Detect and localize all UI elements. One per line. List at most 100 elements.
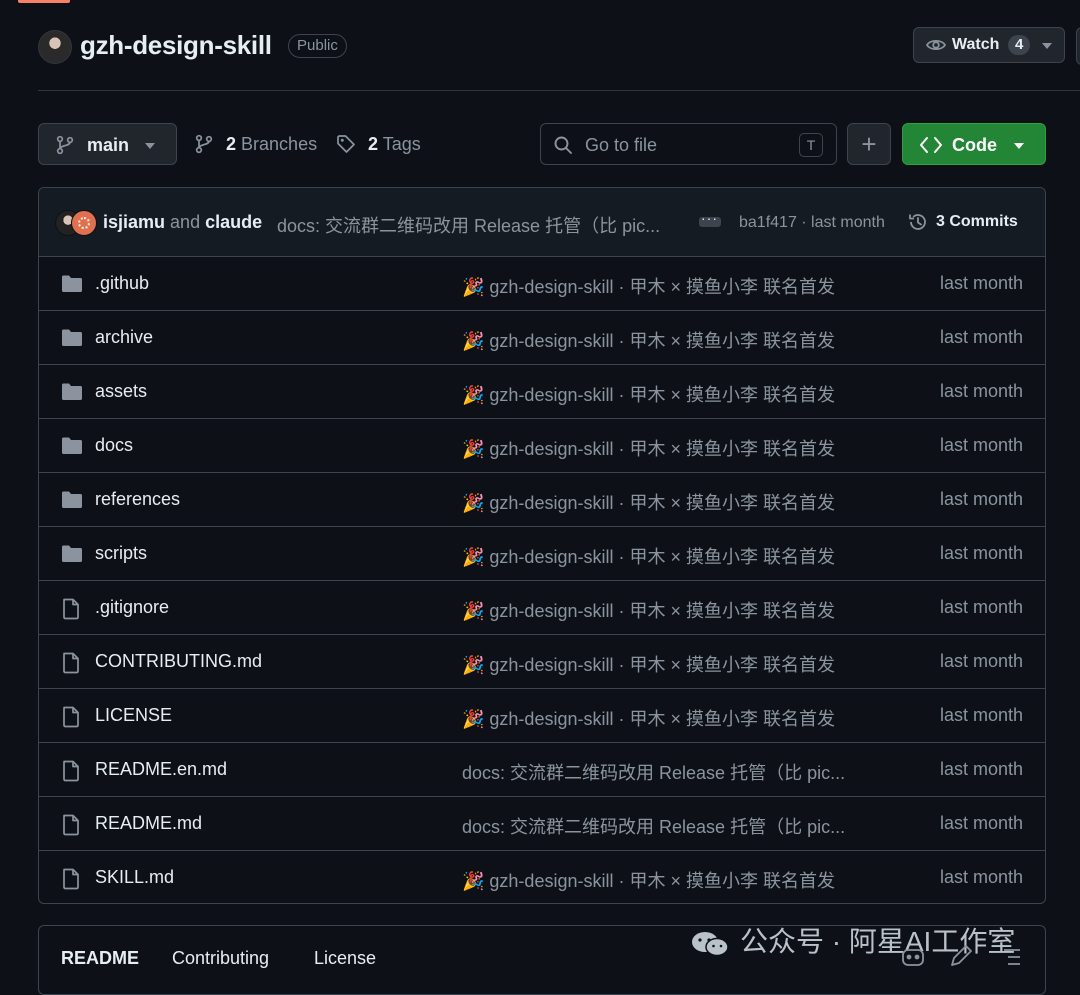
file-commit-age: last month <box>939 867 1023 887</box>
plus-icon: + <box>861 129 877 159</box>
commit-hash-time[interactable]: ba1f417 · last month <box>739 214 885 232</box>
file-name-link[interactable]: .github <box>95 273 149 294</box>
file-name-link[interactable]: CONTRIBUTING.md <box>95 651 262 672</box>
chevron-down-icon <box>145 143 155 149</box>
file-row[interactable]: scripts 🎉 gzh-design-skill · 甲木 × 摸鱼小李 联名… <box>39 527 1045 581</box>
file-row[interactable]: SKILL.md 🎉 gzh-design-skill · 甲木 × 摸鱼小李 联… <box>39 851 1045 903</box>
file-commit-message[interactable]: 🎉 gzh-design-skill · 甲木 × 摸鱼小李 联名首发 <box>462 597 862 623</box>
file-name-link[interactable]: LICENSE <box>95 705 172 726</box>
copilot-icon <box>902 949 924 966</box>
tags-label: Tags <box>382 134 421 154</box>
file-list: .github 🎉 gzh-design-skill · 甲木 × 摸鱼小李 联名… <box>39 257 1045 903</box>
code-button[interactable]: Code <box>902 123 1046 165</box>
file-row[interactable]: docs 🎉 gzh-design-skill · 甲木 × 摸鱼小李 联名首发 l… <box>39 419 1045 473</box>
file-commit-message[interactable]: 🎉 gzh-design-skill · 甲木 × 摸鱼小李 联名首发 <box>462 489 862 515</box>
file-commit-message[interactable]: 🎉 gzh-design-skill · 甲木 × 摸鱼小李 联名首发 <box>462 867 862 893</box>
readme-action-icons <box>902 945 1020 966</box>
chevron-down-icon <box>1014 143 1024 149</box>
file-commit-age: last month <box>939 597 1023 617</box>
watch-count: 4 <box>1008 35 1031 55</box>
file-commit-message[interactable]: 🎉 gzh-design-skill · 甲木 × 摸鱼小李 联名首发 <box>462 705 862 731</box>
file-commit-age: last month <box>939 435 1023 455</box>
fork-button-edge[interactable] <box>1076 27 1080 65</box>
commits-count-link[interactable]: 3 Commits <box>936 213 1018 231</box>
folder-icon <box>62 437 82 454</box>
file-name-link[interactable]: docs <box>95 435 133 456</box>
expand-commit-button[interactable] <box>699 210 721 227</box>
coauthor-avatar[interactable] <box>71 210 97 236</box>
file-row[interactable]: CONTRIBUTING.md 🎉 gzh-design-skill · 甲木 ×… <box>39 635 1045 689</box>
file-name-link[interactable]: assets <box>95 381 147 402</box>
file-commit-message[interactable]: 🎉 gzh-design-skill · 甲木 × 摸鱼小李 联名首发 <box>462 651 862 677</box>
file-name-link[interactable]: archive <box>95 327 153 348</box>
branches-link[interactable]: 2 Branches <box>194 123 326 165</box>
file-commit-age: last month <box>939 489 1023 509</box>
add-file-button[interactable]: + <box>847 123 891 165</box>
file-icon <box>63 652 79 674</box>
file-commit-age: last month <box>939 327 1023 347</box>
chevron-down-icon <box>1042 43 1052 49</box>
file-name-link[interactable]: scripts <box>95 543 147 564</box>
file-name-link[interactable]: README.md <box>95 813 202 834</box>
visibility-badge: Public <box>288 34 347 58</box>
folder-icon <box>62 275 82 292</box>
commit-message[interactable]: docs: 交流群二维码改用 Release 托管（比 pic... <box>277 212 673 238</box>
tags-link[interactable]: 2 Tags <box>336 123 436 165</box>
commit-authors: isjiamu and claude <box>103 212 262 233</box>
file-row[interactable]: archive 🎉 gzh-design-skill · 甲木 × 摸鱼小李 联名… <box>39 311 1045 365</box>
file-icon <box>63 760 79 782</box>
file-row[interactable]: README.md docs: 交流群二维码改用 Release 托管（比 pic… <box>39 797 1045 851</box>
file-row[interactable]: .gitignore 🎉 gzh-design-skill · 甲木 × 摸鱼小李… <box>39 581 1045 635</box>
history-icon <box>909 214 926 230</box>
file-row[interactable]: .github 🎉 gzh-design-skill · 甲木 × 摸鱼小李 联名… <box>39 257 1045 311</box>
code-label: Code <box>952 135 997 155</box>
file-row[interactable]: assets 🎉 gzh-design-skill · 甲木 × 摸鱼小李 联名首… <box>39 365 1045 419</box>
branches-label: Branches <box>241 134 318 154</box>
file-name-link[interactable]: .gitignore <box>95 597 169 618</box>
search-icon <box>554 136 572 154</box>
watch-label: Watch <box>952 36 1000 53</box>
folder-icon <box>62 329 82 346</box>
file-commit-message[interactable]: docs: 交流群二维码改用 Release 托管（比 pic... <box>462 759 862 785</box>
file-commit-message[interactable]: 🎉 gzh-design-skill · 甲木 × 摸鱼小李 联名首发 <box>462 543 862 569</box>
tab-readme[interactable]: README <box>61 948 139 969</box>
repo-header: gzh-design-skill Public Watch 4 <box>38 26 1080 66</box>
code-icon <box>920 137 942 153</box>
commit-author-link[interactable]: isjiamu <box>103 212 165 232</box>
tab-license[interactable]: License <box>314 948 376 969</box>
branch-selector[interactable]: main <box>38 123 177 165</box>
folder-icon <box>62 545 82 562</box>
file-commit-message[interactable]: docs: 交流群二维码改用 Release 托管（比 pic... <box>462 813 862 839</box>
pencil-icon <box>951 945 972 966</box>
folder-icon <box>62 491 82 508</box>
file-icon <box>63 706 79 728</box>
commit-authors-and: and <box>170 212 201 232</box>
owner-avatar[interactable] <box>38 30 72 64</box>
file-commit-message[interactable]: 🎉 gzh-design-skill · 甲木 × 摸鱼小李 联名首发 <box>462 381 862 407</box>
file-icon <box>63 814 79 836</box>
outline-list-icon <box>1004 949 1020 965</box>
repo-name[interactable]: gzh-design-skill <box>80 30 272 61</box>
file-commit-message[interactable]: 🎉 gzh-design-skill · 甲木 × 摸鱼小李 联名首发 <box>462 273 862 299</box>
tab-contributing[interactable]: Contributing <box>172 948 269 969</box>
file-commit-message[interactable]: 🎉 gzh-design-skill · 甲木 × 摸鱼小李 联名首发 <box>462 327 862 353</box>
file-row[interactable]: LICENSE 🎉 gzh-design-skill · 甲木 × 摸鱼小李 联名… <box>39 689 1045 743</box>
tags-count: 2 <box>368 134 379 154</box>
go-to-file-input[interactable] <box>583 132 787 158</box>
selected-tab-indicator <box>18 0 70 3</box>
file-row[interactable]: references 🎉 gzh-design-skill · 甲木 × 摸鱼小李… <box>39 473 1045 527</box>
file-commit-age: last month <box>939 705 1023 725</box>
commit-coauthor-link[interactable]: claude <box>205 212 262 232</box>
latest-commit-bar: isjiamu and claude docs: 交流群二维码改用 Releas… <box>39 188 1045 257</box>
file-name-link[interactable]: README.en.md <box>95 759 227 780</box>
file-name-link[interactable]: SKILL.md <box>95 867 174 888</box>
watch-button[interactable]: Watch 4 <box>913 27 1065 63</box>
file-commit-message[interactable]: 🎉 gzh-design-skill · 甲木 × 摸鱼小李 联名首发 <box>462 435 862 461</box>
file-commit-age: last month <box>939 813 1023 833</box>
file-commit-age: last month <box>939 543 1023 563</box>
branch-icon <box>56 135 74 155</box>
file-row[interactable]: README.en.md docs: 交流群二维码改用 Release 托管（比 … <box>39 743 1045 797</box>
file-name-link[interactable]: references <box>95 489 180 510</box>
keyboard-shortcut-hint: T <box>799 133 823 157</box>
go-to-file-search[interactable]: T <box>540 123 837 165</box>
